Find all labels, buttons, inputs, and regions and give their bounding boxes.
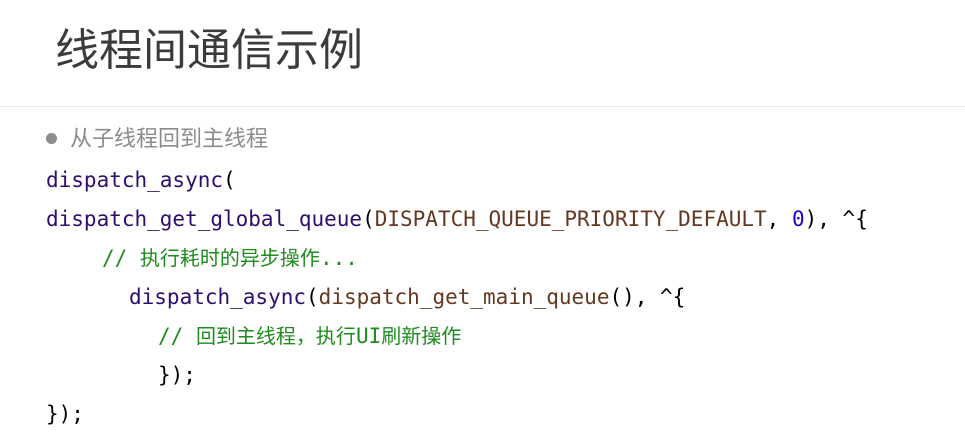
bullet-text: 从子线程回到主线程 <box>70 127 269 152</box>
bullet-dot-icon <box>46 133 57 144</box>
code-punctuation: ( <box>223 168 236 192</box>
code-punctuation: , <box>766 207 792 231</box>
code-function: dispatch_async <box>129 285 307 309</box>
code-line-2: dispatch_get_global_queue(DISPATCH_QUEUE… <box>46 199 868 239</box>
comment-slashes: // <box>158 324 196 348</box>
code-punctuation: ( <box>306 285 319 309</box>
bullet-item: 从子线程回到主线程 <box>46 124 268 156</box>
page-title: 线程间通信示例 <box>55 25 363 76</box>
code-closing: }); <box>158 363 196 387</box>
code-macro: dispatch_get_main_queue <box>318 285 610 309</box>
code-comment-1: // 执行耗时的异步操作... <box>102 238 358 278</box>
code-comment-2: // 回到主线程，执行UI刷新操作 <box>158 316 461 356</box>
slide: 线程间通信示例 从子线程回到主线程 dispatch_async( dispat… <box>0 0 965 446</box>
code-line-1: dispatch_async( <box>46 160 236 200</box>
comment-text: 刷新操作 <box>381 324 462 348</box>
code-closing: }); <box>46 402 84 426</box>
code-function: dispatch_get_global_queue <box>46 207 363 231</box>
code-number: 0 <box>791 207 805 231</box>
code-line-4: dispatch_async(dispatch_get_main_queue()… <box>129 277 685 317</box>
code-punctuation: ), ^{ <box>804 207 868 231</box>
code-line-6: }); <box>158 355 196 395</box>
code-macro: DISPATCH_QUEUE_PRIORITY_DEFAULT <box>374 207 767 231</box>
code-line-7: }); <box>46 394 84 434</box>
title-bar: 线程间通信示例 <box>0 0 965 107</box>
comment-slashes: // <box>102 246 140 270</box>
code-function: dispatch_async <box>46 168 224 192</box>
comment-text: 回到主线程，执行 <box>195 324 356 348</box>
code-punctuation: ( <box>362 207 375 231</box>
comment-text: 执行耗时的异步操作 <box>139 246 320 270</box>
code-punctuation: (), ^{ <box>609 285 686 309</box>
comment-ellipsis: ... <box>319 246 358 270</box>
comment-ui: UI <box>355 324 382 348</box>
